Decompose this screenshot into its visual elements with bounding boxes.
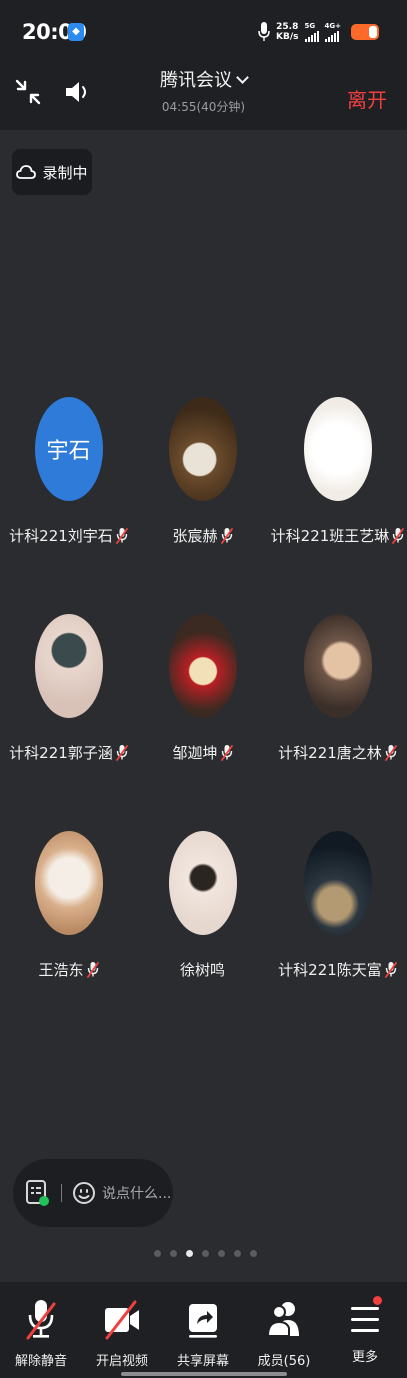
- participant-tile[interactable]: 计科221陈天富: [270, 831, 405, 980]
- signal-4g-label: 4G+: [324, 22, 341, 30]
- share-screen-label: 共享屏幕: [176, 1354, 229, 1369]
- signal-5g-label: 5G: [304, 22, 316, 30]
- page-dot[interactable]: [201, 1250, 209, 1257]
- participant-name: 计科221唐之林: [278, 744, 382, 762]
- meeting-duration: 04:55(40分钟): [161, 100, 246, 114]
- video-off-icon: [105, 1300, 139, 1340]
- microphone-in-use-icon: [258, 22, 270, 41]
- cloud-icon: [16, 165, 37, 179]
- participant-name-row: 计科221陈天富: [270, 959, 405, 980]
- members-button[interactable]: 成员(56): [244, 1298, 324, 1369]
- unmute-button[interactable]: 解除静音: [1, 1298, 81, 1369]
- microphone-muted-icon: [384, 745, 397, 761]
- participant-name: 计科221班王艺琳: [270, 527, 390, 545]
- microphone-muted-icon: [392, 528, 405, 544]
- recording-label: 录制中: [42, 163, 88, 182]
- page-dot[interactable]: [169, 1250, 177, 1257]
- status-indicators: 25.8 KB/s 5G 4G+: [258, 20, 379, 44]
- comment-bar[interactable]: 说点什么...: [13, 1159, 173, 1227]
- start-video-button[interactable]: 开启视频: [82, 1298, 162, 1369]
- page-indicator: [0, 1250, 407, 1260]
- signal-bars-icon: [304, 30, 319, 42]
- participant-name-row: 计科221郭子涵: [1, 742, 136, 763]
- microphone-muted-icon: [220, 528, 233, 544]
- comment-input[interactable]: 说点什么...: [102, 1183, 171, 1203]
- page-dot-active[interactable]: [185, 1250, 193, 1257]
- participant-tile[interactable]: 张宸赫: [135, 397, 270, 546]
- participant-name-row: 计科221唐之林: [270, 742, 405, 763]
- meeting-header: 腾讯会议 04:55(40分钟) 离开: [0, 62, 407, 130]
- recording-indicator[interactable]: 录制中: [12, 149, 92, 195]
- participant-tile[interactable]: 王浩东: [1, 831, 136, 980]
- divider: [61, 1184, 62, 1202]
- chat-list-icon[interactable]: [25, 1179, 51, 1207]
- participant-tile[interactable]: 徐树鸣: [135, 831, 270, 980]
- home-indicator[interactable]: [121, 1372, 287, 1376]
- participant-tile[interactable]: 宇石计科221刘宇石: [1, 397, 136, 546]
- meeting-title-area[interactable]: 腾讯会议 04:55(40分钟): [0, 66, 407, 115]
- unmute-label: 解除静音: [14, 1354, 67, 1369]
- participant-name-row: 计科221刘宇石: [1, 525, 136, 546]
- participant-name: 张宸赫: [172, 527, 218, 545]
- participant-name-row: 王浩东: [1, 959, 136, 980]
- page-dot[interactable]: [233, 1250, 241, 1257]
- leave-button[interactable]: 离开: [347, 84, 387, 113]
- avatar[interactable]: [168, 397, 237, 501]
- share-screen-button[interactable]: 共享屏幕: [163, 1298, 243, 1369]
- signal-4g: 4G+: [324, 22, 341, 42]
- avatar[interactable]: [303, 831, 372, 935]
- participant-tile[interactable]: 计科221班王艺琳: [270, 397, 405, 546]
- microphone-muted-icon: [220, 745, 233, 761]
- members-label: 成员(56): [257, 1354, 311, 1369]
- network-speed-unit: KB/s: [276, 32, 299, 42]
- page-dot[interactable]: [153, 1250, 161, 1257]
- avatar[interactable]: [34, 831, 103, 935]
- microphone-muted-icon: [115, 745, 128, 761]
- microphone-muted-icon: [384, 962, 397, 978]
- participant-name: 计科221陈天富: [278, 961, 382, 979]
- participant-name-row: 计科221班王艺琳: [270, 525, 405, 546]
- avatar[interactable]: [303, 397, 372, 501]
- avatar[interactable]: [168, 831, 237, 935]
- emoji-icon[interactable]: [72, 1181, 96, 1205]
- signal-bars-icon: [324, 30, 339, 42]
- members-icon: [266, 1302, 299, 1337]
- microphone-muted-icon: [115, 528, 128, 544]
- meeting-title-text: 腾讯会议: [160, 70, 232, 91]
- meeting-title[interactable]: 腾讯会议: [0, 66, 407, 92]
- network-speed: 25.8 KB/s: [276, 22, 298, 42]
- participant-name: 徐树鸣: [179, 961, 225, 979]
- participant-name-row: 徐树鸣: [135, 959, 270, 980]
- share-screen-icon: [189, 1304, 217, 1338]
- participant-name: 计科221刘宇石: [9, 527, 113, 545]
- network-speed-value: 25.8: [276, 22, 299, 32]
- chevron-down-icon: [236, 71, 249, 84]
- notification-dot: [373, 1296, 382, 1305]
- more-label: 更多: [351, 1350, 378, 1365]
- page-dot[interactable]: [249, 1250, 257, 1257]
- microphone-muted-icon: [86, 962, 99, 978]
- more-button[interactable]: 更多: [325, 1296, 405, 1365]
- start-video-label: 开启视频: [95, 1354, 148, 1369]
- participant-tile[interactable]: 计科221唐之林: [270, 614, 405, 763]
- status-bar: 20:00 ◆ 25.8 KB/s 5G 4G+: [0, 0, 407, 62]
- avatar[interactable]: [168, 614, 237, 718]
- tencent-meeting-notification-icon: ◆: [68, 23, 84, 41]
- participant-name-row: 张宸赫: [135, 525, 270, 546]
- signal-5g: 5G: [304, 22, 319, 42]
- avatar[interactable]: 宇石: [34, 397, 103, 501]
- battery-icon: [351, 24, 379, 40]
- participant-name: 王浩东: [38, 961, 84, 979]
- avatar[interactable]: [34, 614, 103, 718]
- participant-tile[interactable]: 计科221郭子涵: [1, 614, 136, 763]
- avatar[interactable]: [303, 614, 372, 718]
- more-menu-icon: [346, 1296, 384, 1340]
- participant-name: 计科221郭子涵: [9, 744, 113, 762]
- participant-name-row: 邹迦坤: [135, 742, 270, 763]
- bottom-toolbar: 解除静音 开启视频 共享屏幕 成员(56) 更多: [0, 1282, 407, 1378]
- microphone-muted-icon: [26, 1300, 56, 1340]
- participant-name: 邹迦坤: [172, 744, 218, 762]
- page-dot[interactable]: [217, 1250, 225, 1257]
- participant-tile[interactable]: 邹迦坤: [135, 614, 270, 763]
